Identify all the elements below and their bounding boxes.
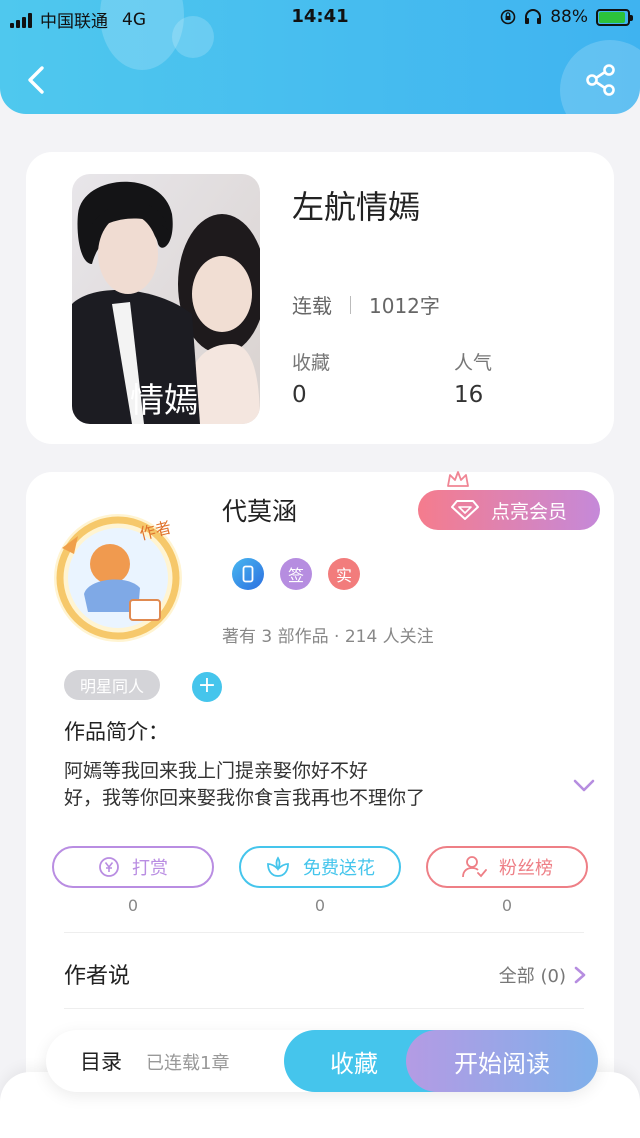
headphones-icon <box>525 9 542 24</box>
genre-tag[interactable]: 明星同人 <box>64 670 160 700</box>
intro-line: 好，我等你回来娶我你食言我再也不理你了 <box>64 787 426 809</box>
rotation-lock-icon <box>500 9 516 25</box>
battery-percent: 88% <box>550 7 588 27</box>
author-says-all-link[interactable]: 全部 (0) <box>499 962 586 988</box>
author-says-all-label: 全部 (0) <box>498 966 566 987</box>
author-badges: 签 实 <box>232 558 360 590</box>
bottom-action-bar: 目录 已连载1章 收藏 开始阅读 <box>46 1030 598 1092</box>
chevron-right-icon <box>574 966 586 984</box>
book-title: 左航情嫣 <box>292 188 421 226</box>
author-avatar[interactable]: 作者 <box>48 508 188 648</box>
phone-icon <box>242 565 254 583</box>
diamond-icon <box>450 500 479 520</box>
back-button[interactable] <box>22 62 52 98</box>
book-cover[interactable]: 情嫣 <box>72 174 260 424</box>
author-says-title: 作者说 <box>64 964 131 989</box>
battery-icon <box>596 8 633 26</box>
real-name-badge: 实 <box>328 558 360 590</box>
fan-rank-label: 粉丝榜 <box>499 858 553 879</box>
divider <box>350 295 351 314</box>
flower-icon <box>267 856 289 877</box>
send-flower-button[interactable]: 免费送花 <box>239 846 401 888</box>
book-status: 连载 <box>292 294 332 318</box>
intro-title: 作品简介： <box>64 720 169 744</box>
favorites-label: 收藏 <box>292 352 331 374</box>
book-status-row: 连载 1012字 <box>292 290 440 319</box>
share-button[interactable] <box>584 62 618 98</box>
intro-text: 阿嫣等我回来我上门提亲娶你好不好 好，我等你回来娶我你食言我再也不理你了 <box>64 758 544 812</box>
start-reading-button[interactable]: 开始阅读 <box>406 1030 598 1092</box>
vip-button[interactable]: 点亮会员 <box>418 490 600 530</box>
toc-button[interactable]: 目录 <box>80 1046 122 1076</box>
favorites-value: 0 <box>292 382 307 408</box>
tip-button-label: 打赏 <box>132 858 168 879</box>
author-meta: 著有 3 部作品 · 214 人关注 <box>222 627 434 647</box>
divider <box>64 1008 584 1009</box>
signed-badge: 签 <box>280 558 312 590</box>
intro-line: 阿嫣等我回来我上门提亲娶你好不好 <box>64 760 369 782</box>
fan-rank-button[interactable]: 粉丝榜 <box>426 846 588 888</box>
send-flower-label: 免费送花 <box>303 858 375 879</box>
header: 中国联通 4G 14:41 88% <box>0 0 640 114</box>
word-count: 1012字 <box>369 294 440 318</box>
divider <box>64 932 584 933</box>
add-tag-button[interactable]: + <box>192 672 222 702</box>
cover-title: 情嫣 <box>130 381 198 421</box>
chapter-count: 已连载1章 <box>146 1053 230 1074</box>
phone-verified-badge <box>232 558 264 590</box>
status-bar: 中国联通 4G 14:41 88% <box>0 0 640 34</box>
fan-rank-count: 0 <box>501 896 513 915</box>
book-info-card: 情嫣 左航情嫣 连载 1012字 收藏 0 人气 16 <box>26 152 614 444</box>
yuan-coin-icon <box>99 857 119 877</box>
tip-button[interactable]: 打赏 <box>52 846 214 888</box>
user-rank-icon <box>462 856 487 878</box>
vip-button-label: 点亮会员 <box>490 500 567 523</box>
author-name: 代莫涵 <box>222 497 298 526</box>
crown-icon <box>447 471 469 487</box>
tip-count: 0 <box>127 896 139 915</box>
chevron-down-icon[interactable] <box>572 776 596 794</box>
flower-count: 0 <box>314 896 326 915</box>
popularity-value: 16 <box>454 382 484 408</box>
popularity-label: 人气 <box>454 352 493 374</box>
